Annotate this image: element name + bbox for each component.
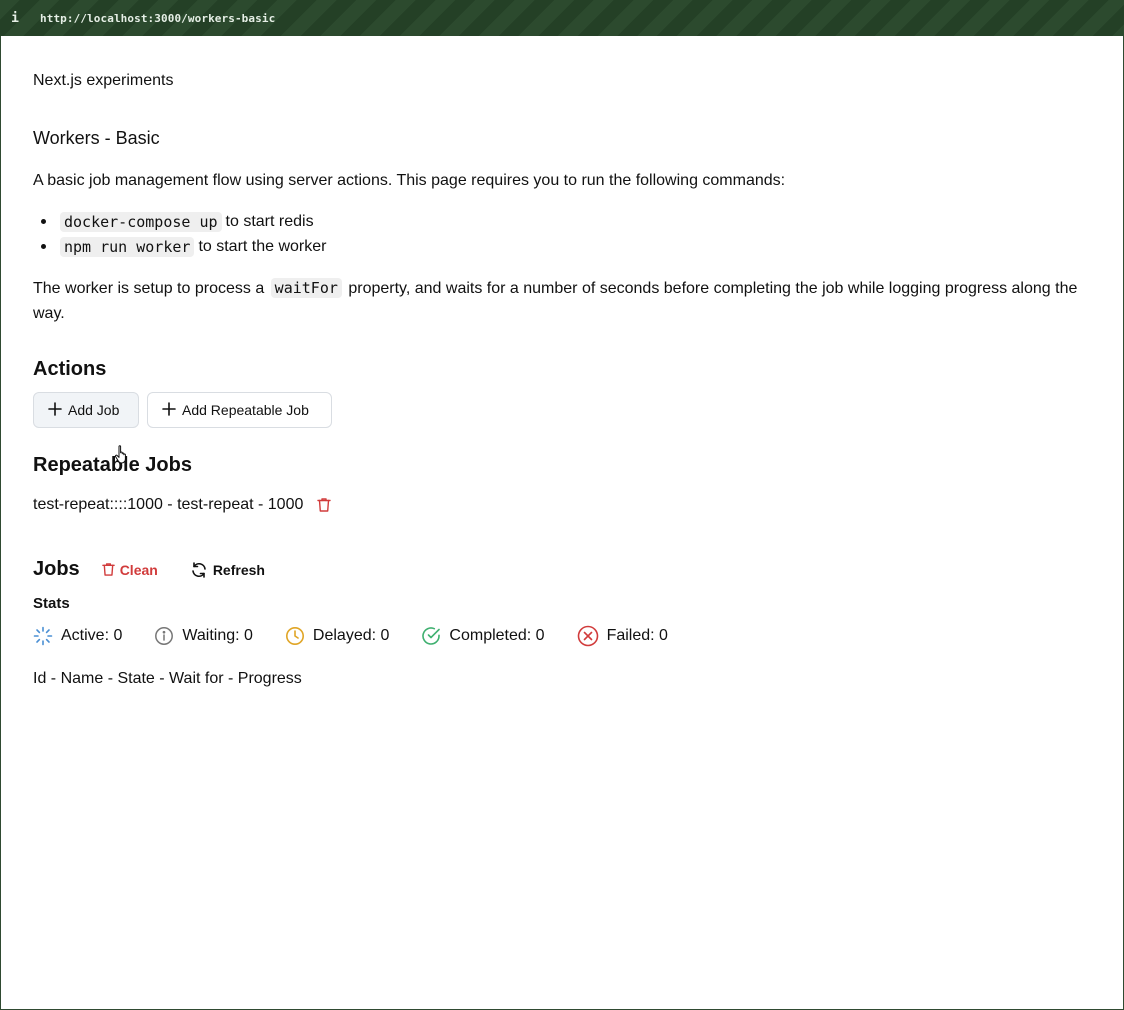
repeatable-jobs-heading: Repeatable Jobs — [33, 454, 192, 476]
trash-icon[interactable] — [317, 497, 332, 513]
clean-button[interactable]: Clean — [101, 561, 158, 578]
spinner-icon — [33, 626, 53, 646]
add-repeatable-job-button[interactable]: Add Repeatable Job — [147, 392, 332, 428]
actions-heading: Actions — [33, 358, 107, 380]
page-title: Workers - Basic — [33, 128, 160, 148]
stat-failed-label: Failed: 0 — [606, 627, 668, 644]
url-text[interactable]: http://localhost:3000/workers-basic — [40, 12, 275, 25]
stat-completed: Completed: 0 — [421, 626, 545, 646]
command-code: docker-compose up — [60, 211, 222, 232]
bullet — [41, 219, 46, 224]
refresh-icon — [192, 561, 206, 578]
stat-active-label: Active: 0 — [61, 627, 123, 644]
list-item: docker-compose up to start redis — [33, 209, 326, 234]
jobs-heading: Jobs — [33, 558, 80, 580]
stat-active: Active: 0 — [33, 626, 122, 646]
hand-cursor-icon — [114, 444, 130, 469]
stat-waiting-label: Waiting: 0 — [182, 627, 253, 644]
bullet — [41, 244, 46, 249]
trash-icon — [101, 563, 115, 576]
waitfor-code: waitFor — [270, 278, 342, 298]
site-title: Next.js experiments — [33, 72, 174, 89]
check-circle-icon — [422, 627, 441, 645]
command-text: to start redis — [225, 212, 314, 230]
clean-label: Clean — [119, 561, 158, 578]
add-job-label: Add Job — [68, 402, 120, 418]
clock-icon — [285, 627, 304, 645]
stat-delayed: Delayed: 0 — [285, 626, 390, 646]
plus-icon — [162, 400, 176, 420]
info-icon[interactable]: i — [0, 11, 30, 26]
repeatable-job-label: test-repeat::::1000 - test-repeat - 1000 — [33, 496, 304, 513]
intro-text: A basic job management flow using server… — [33, 172, 786, 189]
stat-completed-label: Completed: 0 — [449, 627, 545, 644]
repeatable-job-item: test-repeat::::1000 - test-repeat - 1000 — [33, 496, 332, 514]
command-text: to start the worker — [198, 237, 327, 255]
jobs-table-header: Id - Name - State - Wait for - Progress — [33, 670, 302, 687]
refresh-button[interactable]: Refresh — [190, 561, 265, 579]
list-item: npm run worker to start the worker — [33, 234, 326, 259]
stat-delayed-label: Delayed: 0 — [312, 627, 390, 644]
add-repeatable-label: Add Repeatable Job — [182, 402, 309, 418]
commands-list: docker-compose up to start redis npm run… — [33, 209, 326, 259]
add-job-button[interactable]: Add Job — [33, 392, 139, 428]
stat-failed: Failed: 0 — [577, 625, 668, 647]
refresh-label: Refresh — [212, 561, 265, 578]
stats-row: Active: 0 Waiting: 0 Delayed: 0 Complete… — [33, 625, 700, 647]
stat-waiting: Waiting: 0 — [154, 626, 253, 646]
info-circle-icon — [155, 627, 174, 645]
worker-desc-pre: The worker is setup to process a — [33, 280, 265, 297]
stats-heading: Stats — [33, 595, 70, 612]
worker-description: The worker is setup to process a waitFor… — [33, 276, 1093, 326]
command-code: npm run worker — [60, 236, 195, 257]
plus-icon — [48, 400, 62, 420]
jobs-header-row: Jobs Clean Refresh — [33, 558, 265, 581]
x-circle-icon — [577, 625, 598, 647]
browser-url-bar[interactable]: i http://localhost:3000/workers-basic — [0, 0, 1124, 36]
